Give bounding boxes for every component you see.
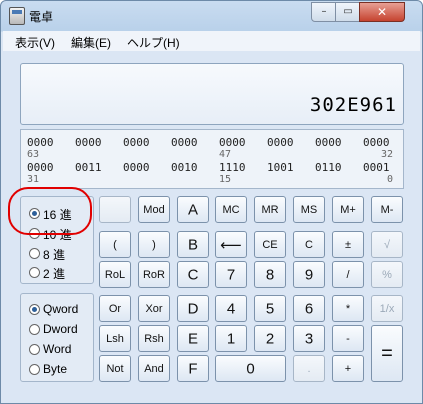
radio-icon bbox=[29, 248, 40, 259]
bit-group[interactable]: 0000 bbox=[27, 161, 54, 174]
bit-position-label: 47 bbox=[219, 149, 232, 160]
menu-help[interactable]: ヘルプ(H) bbox=[127, 34, 180, 51]
ror-button[interactable]: RoR bbox=[138, 261, 170, 288]
bit-group[interactable]: 0010 bbox=[171, 161, 198, 174]
hex-b-button[interactable]: B bbox=[177, 231, 209, 258]
bit-position-label: 32 bbox=[381, 149, 394, 160]
bit-group[interactable]: 0000 bbox=[75, 136, 102, 149]
minimize-button[interactable]: – bbox=[311, 2, 337, 22]
ms-button[interactable]: MS bbox=[293, 196, 325, 223]
bit-position-label: 0 bbox=[387, 174, 394, 185]
bit-group[interactable]: 0000 bbox=[315, 136, 342, 149]
radio-icon bbox=[29, 364, 40, 375]
reciprocal-button[interactable]: 1/x bbox=[371, 295, 403, 322]
bit-position-label: 31 bbox=[27, 174, 40, 185]
digit-2-button[interactable]: 2 bbox=[254, 325, 286, 352]
bit-group[interactable]: 0011 bbox=[75, 161, 102, 174]
and-button[interactable]: And bbox=[138, 355, 170, 382]
open-paren-button[interactable]: ( bbox=[99, 231, 131, 258]
xor-button[interactable]: Xor bbox=[138, 295, 170, 322]
mod-button[interactable]: Mod bbox=[138, 196, 170, 223]
hex-a-button[interactable]: A bbox=[177, 196, 209, 223]
menu-view[interactable]: 表示(V) bbox=[15, 34, 55, 51]
menu-edit[interactable]: 編集(E) bbox=[71, 34, 111, 51]
clear-entry-button[interactable]: CE bbox=[254, 231, 286, 258]
calculator-window: 電卓 – ▭ ✕ 表示(V) 編集(E) ヘルプ(H) 302E961 0000… bbox=[0, 0, 423, 404]
display-value: 302E961 bbox=[309, 94, 397, 116]
red-highlight-circle bbox=[8, 187, 92, 235]
radio-icon bbox=[29, 324, 40, 335]
subtract-button[interactable]: - bbox=[332, 325, 364, 352]
multiply-button[interactable]: * bbox=[332, 295, 364, 322]
bit-group[interactable]: 0000 bbox=[27, 136, 54, 149]
digit-4-button[interactable]: 4 bbox=[215, 295, 247, 322]
hex-c-button[interactable]: C bbox=[177, 261, 209, 288]
not-button[interactable]: Not bbox=[99, 355, 131, 382]
digit-6-button[interactable]: 6 bbox=[293, 295, 325, 322]
menu-bar: 表示(V) 編集(E) ヘルプ(H) bbox=[3, 31, 420, 51]
blank-key bbox=[99, 196, 131, 223]
digit-5-button[interactable]: 5 bbox=[254, 295, 286, 322]
bit-group[interactable]: 0110 bbox=[315, 161, 342, 174]
decimal-button[interactable]: . bbox=[293, 355, 325, 382]
negate-button[interactable]: ± bbox=[332, 231, 364, 258]
bit-display: 0000 0000 0000 0000 0000 0000 0000 0000 … bbox=[20, 129, 404, 189]
mr-button[interactable]: MR bbox=[254, 196, 286, 223]
bit-group[interactable]: 0000 bbox=[267, 136, 294, 149]
bit-position-label: 15 bbox=[219, 174, 232, 185]
calculator-icon bbox=[9, 7, 25, 25]
mc-button[interactable]: MC bbox=[215, 196, 247, 223]
bit-group[interactable]: 0000 bbox=[123, 136, 150, 149]
bit-group[interactable]: 0000 bbox=[171, 136, 198, 149]
digit-9-button[interactable]: 9 bbox=[293, 261, 325, 288]
hex-d-button[interactable]: D bbox=[177, 295, 209, 322]
m-minus-button[interactable]: M- bbox=[371, 196, 403, 223]
m-plus-button[interactable]: M+ bbox=[332, 196, 364, 223]
backspace-button[interactable]: ⟵ bbox=[215, 231, 247, 258]
digit-0-button[interactable]: 0 bbox=[215, 355, 286, 382]
sqrt-button[interactable]: √ bbox=[371, 231, 403, 258]
hex-f-button[interactable]: F bbox=[177, 355, 209, 382]
digit-3-button[interactable]: 3 bbox=[293, 325, 325, 352]
radio-icon bbox=[29, 267, 40, 278]
lsh-button[interactable]: Lsh bbox=[99, 325, 131, 352]
bit-group[interactable]: 1001 bbox=[267, 161, 294, 174]
bit-group[interactable]: 0001 bbox=[363, 161, 390, 174]
digit-8-button[interactable]: 8 bbox=[254, 261, 286, 288]
bit-group[interactable]: 1110 bbox=[219, 161, 246, 174]
maximize-button[interactable]: ▭ bbox=[335, 2, 361, 22]
radio-selected-icon bbox=[29, 304, 40, 315]
rsh-button[interactable]: Rsh bbox=[138, 325, 170, 352]
close-button[interactable]: ✕ bbox=[359, 2, 405, 22]
percent-button[interactable]: % bbox=[371, 261, 403, 288]
title-bar[interactable]: 電卓 – ▭ ✕ bbox=[1, 1, 422, 31]
equals-button[interactable]: = bbox=[371, 325, 403, 382]
window-title: 電卓 bbox=[29, 10, 54, 24]
add-button[interactable]: + bbox=[332, 355, 364, 382]
divide-button[interactable]: / bbox=[332, 261, 364, 288]
bit-group[interactable]: 0000 bbox=[363, 136, 390, 149]
digit-7-button[interactable]: 7 bbox=[215, 261, 247, 288]
close-paren-button[interactable]: ) bbox=[138, 231, 170, 258]
bit-group[interactable]: 0000 bbox=[123, 161, 150, 174]
rol-button[interactable]: RoL bbox=[99, 261, 131, 288]
display: 302E961 bbox=[20, 63, 404, 125]
or-button[interactable]: Or bbox=[99, 295, 131, 322]
clear-button[interactable]: C bbox=[293, 231, 325, 258]
bit-group[interactable]: 0000 bbox=[219, 136, 246, 149]
digit-1-button[interactable]: 1 bbox=[215, 325, 247, 352]
bit-position-label: 63 bbox=[27, 149, 40, 160]
radio-icon bbox=[29, 344, 40, 355]
word-size-group: Qword Dword Word Byte bbox=[20, 293, 94, 382]
hex-e-button[interactable]: E bbox=[177, 325, 209, 352]
backspace-arrow-icon: ⟵ bbox=[220, 236, 242, 254]
